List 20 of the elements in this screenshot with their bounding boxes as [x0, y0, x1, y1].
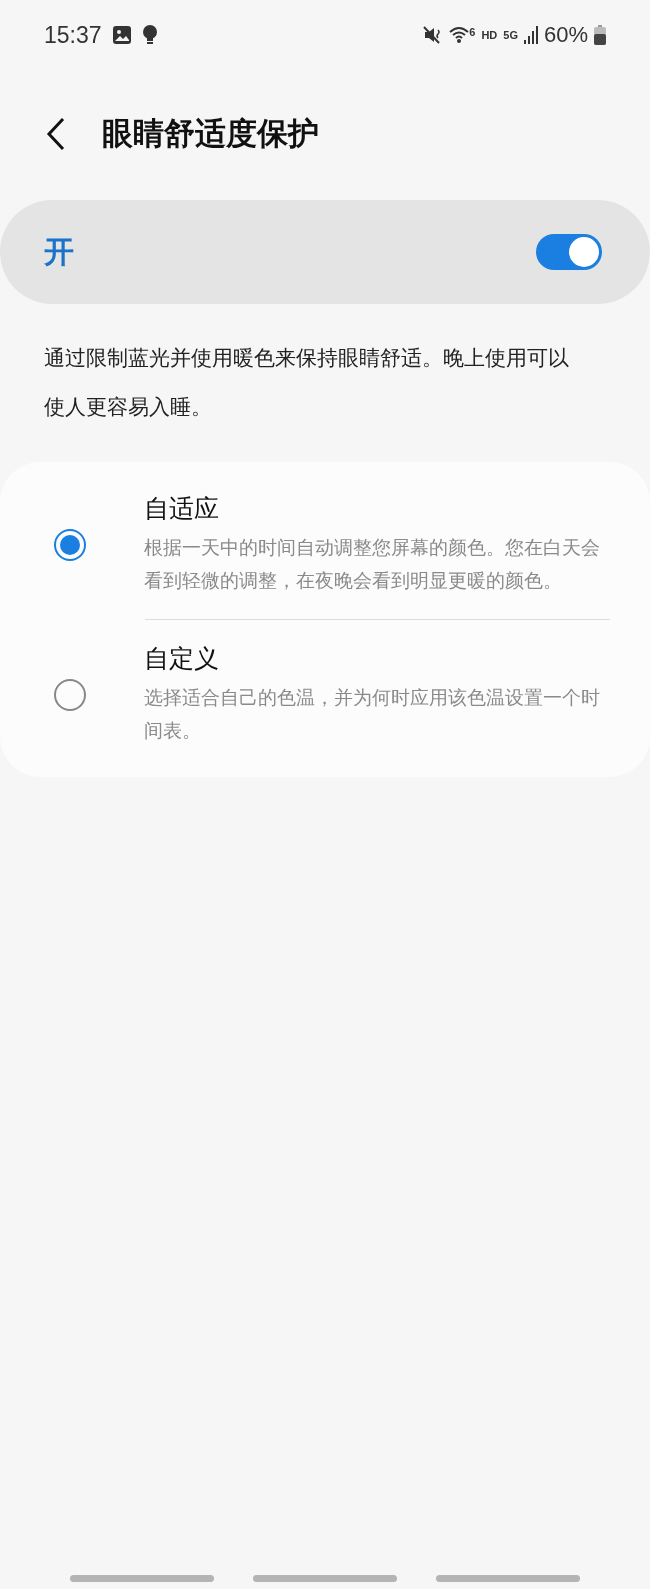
page-title: 眼睛舒适度保护: [102, 114, 319, 153]
option-description: 选择适合自己的色温，并为何时应用该色温设置一个时间表。: [144, 685, 601, 743]
image-icon: [111, 25, 132, 45]
battery-icon: [594, 25, 606, 45]
network-label: 5G: [503, 29, 518, 41]
clock: 15:37: [44, 21, 102, 49]
option-title: 自适应: [144, 493, 220, 525]
network-label: HD: [481, 29, 498, 41]
toggle-switch[interactable]: [536, 234, 602, 270]
option-title: 自定义: [144, 643, 220, 675]
signal-icon: [523, 26, 538, 44]
wifi-standard-label: 6: [469, 26, 476, 38]
radio-button[interactable]: [54, 528, 86, 561]
wifi-icon: [449, 26, 470, 44]
lightbulb-icon: [141, 24, 158, 46]
radio-button[interactable]: [54, 678, 86, 711]
description: 通过限制蓝光并使用暖色来保持眼睛舒适。晚上使用可以使人更容易入睡。: [44, 345, 570, 421]
option-description: 根据一天中的时间自动调整您屏幕的颜色。您在白天会看到轻微的调整，在夜晚会看到明显更暖的颜色。: [144, 535, 601, 593]
switch-label: 开: [44, 232, 75, 271]
battery-percent: 60%: [543, 22, 588, 48]
